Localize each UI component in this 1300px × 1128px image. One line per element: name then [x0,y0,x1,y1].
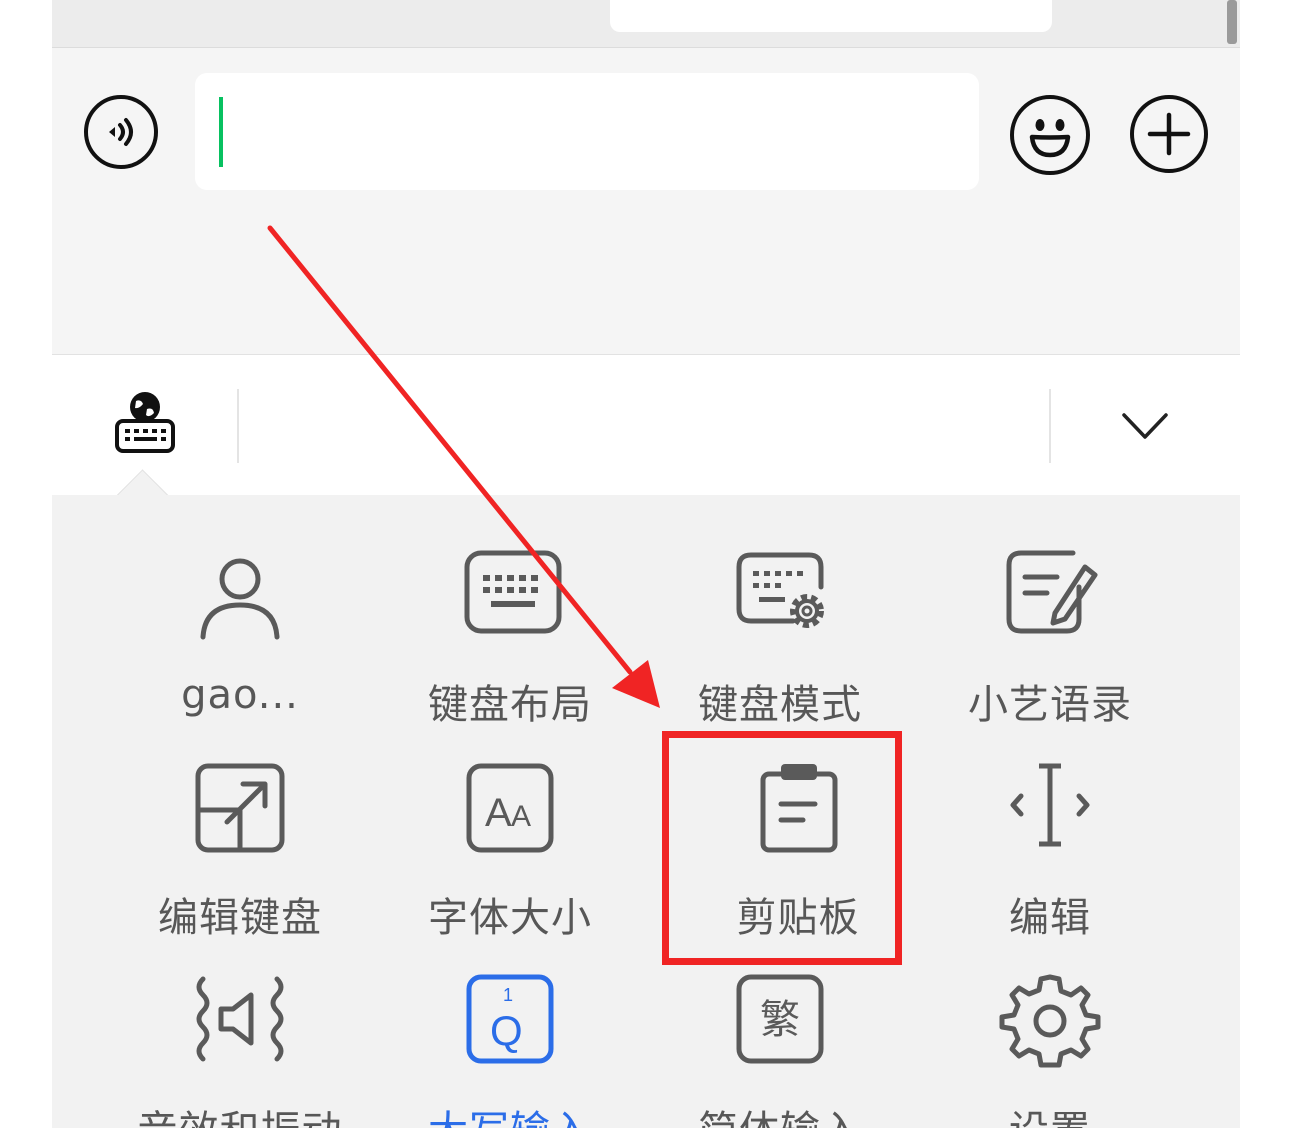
plus-icon [1147,112,1191,156]
menu-item-label: 键盘模式 [698,682,862,728]
menu-item-label: 简体输入 [644,1098,916,1128]
keyboard-layout-icon [464,550,562,634]
menu-item-label: 编辑 [1009,895,1091,941]
text-caret [219,97,223,167]
keyboard-menu-grid: gao... 键盘布局 键盘模式 小艺语录 编辑键盘 A A 字体大小 剪贴板 … [52,495,1240,1128]
menu-item-label: 设置 [914,1098,1186,1128]
menu-item-xiaoyi-quotes[interactable]: 小艺语录 [914,547,1186,747]
note-edit-icon [1006,550,1098,634]
traditional-char-icon: 繁 [736,974,824,1064]
highlight-box [662,731,902,965]
menu-item-edit[interactable]: 编辑 [914,760,1186,960]
menu-item-keyboard-layout[interactable]: 键盘布局 [374,547,646,747]
menu-item-label: 字体大小 [428,895,592,941]
keyboard-menu-button[interactable] [110,387,180,459]
voice-button[interactable] [84,95,158,169]
edit-keyboard-icon [195,763,285,853]
caps-q-icon: 1 Q [466,974,554,1064]
menu-item-label: 小艺语录 [968,682,1132,728]
menu-item-label: 音效和振动 [104,1098,376,1128]
toolbar-divider [237,389,239,463]
message-input[interactable] [195,73,979,190]
gear-icon [999,974,1101,1068]
font-size-icon: A A [466,763,554,853]
emoji-button[interactable] [1010,95,1090,175]
more-button[interactable] [1130,95,1208,173]
person-icon [200,558,280,640]
smiley-icon [1029,119,1071,158]
toolbar-divider [1049,389,1051,463]
menu-item-caps-input[interactable]: 1 Q 大写输入 [374,973,646,1128]
chat-bubble[interactable] [610,0,1052,32]
input-bar [52,48,1240,354]
menu-item-edit-keyboard[interactable]: 编辑键盘 [104,760,376,960]
phone-screen: gao... 键盘布局 键盘模式 小艺语录 编辑键盘 A A 字体大小 剪贴板 … [52,0,1240,1128]
menu-item-font-size[interactable]: A A 字体大小 [374,760,646,960]
scrollbar[interactable] [1227,0,1237,44]
svg-text:A: A [511,800,531,833]
menu-item-keyboard-mode[interactable]: 键盘模式 [644,547,916,747]
keyboard-settings-icon [736,552,824,628]
menu-item-label: gao... [181,672,299,718]
keyboard-globe-icon [115,392,175,453]
menu-item-settings[interactable]: 设置 [914,973,1186,1128]
menu-item-sound-vibration[interactable]: 音效和振动 [104,973,376,1128]
svg-text:繁: 繁 [760,997,800,1043]
cursor-edit-icon [1010,763,1090,847]
svg-text:1: 1 [503,985,513,1005]
menu-item-label: 大写输入 [374,1098,646,1128]
sound-vibration-icon [196,976,284,1062]
menu-item-label: 键盘布局 [428,682,592,728]
chevron-down-icon [1122,413,1168,439]
svg-text:A: A [485,791,512,835]
menu-item-label: 编辑键盘 [158,895,322,941]
chat-area [52,0,1240,48]
menu-item-account[interactable]: gao... [104,547,376,747]
keyboard-toolbar [52,354,1240,522]
menu-item-simplified-input[interactable]: 繁 简体输入 [644,973,916,1128]
svg-text:Q: Q [490,1007,523,1054]
voice-icon [109,118,133,146]
collapse-keyboard-button[interactable] [1120,407,1170,447]
